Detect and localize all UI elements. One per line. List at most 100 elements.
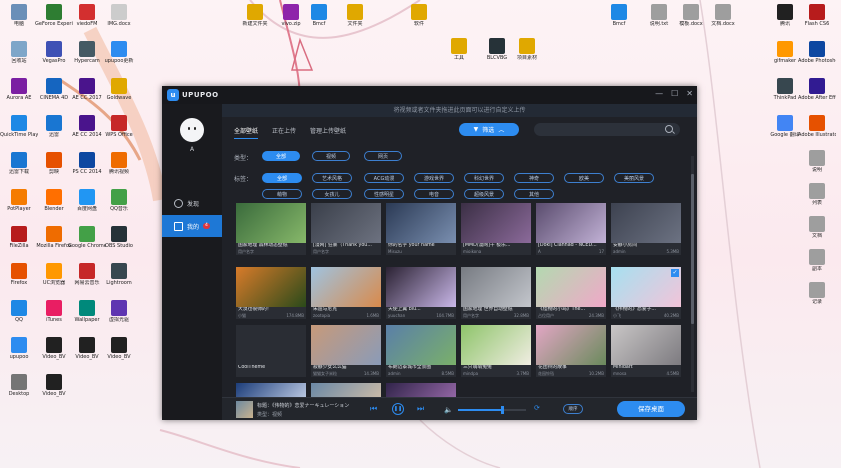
wallpaper-card[interactable]: 《伟物的》恐爱子... 小飞 40.2MB ✓: [611, 267, 681, 319]
wallpaper-card[interactable]: 国家地理 世界自动壁纸 用户名字 32.8MB: [461, 267, 531, 319]
desktop-icon-label: FileZilla: [9, 243, 29, 249]
tag-filter-pill[interactable]: 科幻世界: [464, 173, 504, 183]
desktop-icon[interactable]: 记录: [798, 282, 836, 305]
wallpaper-card[interactable]: 《怪物的小岛》The... 占位用户 24.3MB: [536, 267, 606, 319]
volume-knob[interactable]: [501, 406, 504, 414]
tag-filter-pill[interactable]: 萌物: [262, 189, 302, 199]
tag-filter-pill[interactable]: 全部: [262, 173, 302, 183]
desktop-icon[interactable]: Lightroom: [100, 263, 138, 286]
checkmark-icon[interactable]: ✓: [671, 269, 679, 277]
desktop-icon[interactable]: Aurora AE: [0, 78, 38, 101]
desktop-icon[interactable]: 虚拟光驱: [100, 300, 138, 323]
desktop-icon[interactable]: Video_BV: [35, 374, 73, 397]
wallpaper-card[interactable]: [Doki] Clannad - NCED... A 17: [536, 203, 606, 255]
wallpaper-card[interactable]: 安静小房间 admin 5.3MB: [611, 203, 681, 255]
desktop-icon[interactable]: PotPlayer: [0, 189, 38, 212]
desktop-icon[interactable]: 文件夹: [336, 4, 374, 27]
wallpaper-card[interactable]: [MMD/漫网]干 极乐... mioikona: [461, 203, 531, 255]
desktop-icon[interactable]: upupoo: [0, 337, 38, 360]
app-icon: [11, 300, 27, 316]
wallpaper-card[interactable]: 国家地理 森林动态壁纸 用户名字: [236, 203, 306, 255]
tag-filter-pill[interactable]: 神奇: [514, 173, 554, 183]
wallpaper-card[interactable]: 寂静少女么么猫 猫猫女子米粒 14.3MB: [311, 325, 381, 377]
desktop-icon[interactable]: 新建文件夹: [236, 4, 274, 27]
close-icon[interactable]: ✕: [686, 89, 693, 98]
desktop-icon[interactable]: 项目素材: [508, 38, 546, 61]
tab-all-wallpapers[interactable]: 全部壁纸: [234, 126, 259, 139]
desktop-icon[interactable]: QQ: [0, 300, 38, 323]
desktop-icon[interactable]: 回收站: [0, 41, 38, 64]
desktop-icon[interactable]: IMG.docx: [100, 4, 138, 27]
desktop-icon[interactable]: 工具: [440, 38, 478, 61]
tag-filter-pill[interactable]: 欧美: [564, 173, 604, 183]
tag-filter-pill[interactable]: 性感明星: [364, 189, 404, 199]
tag-filter-pill[interactable]: 美丽风景: [614, 173, 654, 183]
search-icon[interactable]: [665, 125, 673, 133]
loop-icon[interactable]: ⟳: [534, 404, 540, 412]
search-input[interactable]: [534, 123, 680, 136]
nav-discover[interactable]: 发现: [162, 192, 222, 214]
desktop-icon[interactable]: Flash CS6: [798, 4, 836, 27]
volume-slider[interactable]: [458, 406, 526, 414]
tag-filter-pill[interactable]: 游戏世界: [414, 173, 454, 183]
tag-filter-pill[interactable]: ACG动漫: [364, 173, 404, 183]
tag-filter-pill[interactable]: 其他: [514, 189, 554, 199]
desktop-icon[interactable]: Firefox: [0, 263, 38, 286]
desktop-icon[interactable]: QQ音乐: [100, 189, 138, 212]
desktop-icon[interactable]: 文档: [798, 216, 836, 239]
desktop-icon[interactable]: Bmcf: [600, 4, 638, 27]
desktop-icon[interactable]: FileZilla: [0, 226, 38, 249]
tag-filter-pill[interactable]: 女孩儿: [312, 189, 352, 199]
wallpaper-card[interactable]: 天使上翼 blu... yuuchan 104.7MB: [386, 267, 456, 319]
save-desktop-button[interactable]: 保存桌面: [617, 401, 685, 417]
tag-filter-pill[interactable]: 电音: [414, 189, 454, 199]
title-bar[interactable]: u UPUPOO — ☐ ✕: [162, 86, 697, 104]
desktop-icon[interactable]: 迅雷下载: [0, 152, 38, 175]
desktop-icon[interactable]: 腾讯视频: [100, 152, 138, 175]
previous-icon[interactable]: ⏮: [370, 404, 377, 414]
play-mode-select[interactable]: 顺序: [563, 404, 583, 414]
maximize-icon[interactable]: ☐: [671, 89, 678, 98]
desktop-icon[interactable]: upupoo更新: [100, 41, 138, 64]
desktop-icon[interactable]: Desktop: [0, 374, 38, 397]
desktop-icon[interactable]: Video_BV: [100, 337, 138, 360]
wallpaper-card[interactable]: 你的名字 your name Misuzu: [386, 203, 456, 255]
desktop-icon[interactable]: Goldwave: [100, 78, 138, 101]
wallpaper-card[interactable]: 三只萌萌兔兔 mindpa 3.7MB: [461, 325, 531, 377]
nav-mine[interactable]: 我的 4: [162, 215, 222, 237]
desktop-icon[interactable]: 列表: [798, 183, 836, 206]
tab-uploading[interactable]: 正在上传: [272, 126, 296, 139]
desktop-icon[interactable]: WPS Office: [100, 115, 138, 138]
type-filter-pill[interactable]: 网页: [364, 151, 402, 161]
wallpaper-card[interactable]: 花团铃的故事 花园铃铛 10.2MB: [536, 325, 606, 377]
wallpaper-card[interactable]: Minidart mnosa 4.5MB: [611, 325, 681, 377]
desktop-icon[interactable]: Adobe Photoshop: [798, 41, 836, 64]
desktop-icon[interactable]: 说明: [798, 150, 836, 173]
desktop-icon[interactable]: QuickTime Player: [0, 115, 38, 138]
wallpaper-card[interactable]: [漫网] 狂暴（Thank you... 用户名字: [311, 203, 381, 255]
tab-manage-uploads[interactable]: 管理上传壁纸: [310, 126, 346, 139]
tag-filter-pill[interactable]: 超级风景: [464, 189, 504, 199]
desktop-icon[interactable]: 文档.docx: [704, 4, 742, 27]
wallpaper-card[interactable]: 朱迪与尼克 zootopia 1.6MB: [311, 267, 381, 319]
desktop-icon[interactable]: Bmcf: [300, 4, 338, 27]
desktop-icon[interactable]: Adobe Illustrator: [798, 115, 836, 138]
desktop-icon[interactable]: 副本: [798, 249, 836, 272]
desktop-icon[interactable]: 电脑: [0, 4, 38, 27]
wallpaper-card[interactable]: CoolTheme47.2MB: [236, 325, 306, 377]
next-icon[interactable]: ⏭: [417, 404, 424, 414]
wallpaper-card[interactable]: 大漠也很帅的！ 小猫 174.8MB: [236, 267, 306, 319]
minimize-icon[interactable]: —: [655, 89, 663, 98]
scrollbar-thumb[interactable]: [691, 174, 694, 324]
desktop-icon[interactable]: 软件: [400, 4, 438, 27]
volume-icon[interactable]: 🔈: [444, 406, 453, 414]
filter-button[interactable]: ▼ 筛选 ︿: [459, 123, 519, 136]
pause-button[interactable]: ❚❚: [392, 403, 404, 415]
avatar[interactable]: [180, 118, 204, 142]
desktop-icon[interactable]: OBS Studio: [100, 226, 138, 249]
desktop-icon[interactable]: Adobe After Effects: [798, 78, 836, 101]
wallpaper-card[interactable]: 布朗迈泰城市全景图 admin 8.5MB: [386, 325, 456, 377]
type-filter-pill[interactable]: 全部: [262, 151, 300, 161]
tag-filter-pill[interactable]: 艺术风格: [312, 173, 352, 183]
type-filter-pill[interactable]: 视频: [312, 151, 350, 161]
